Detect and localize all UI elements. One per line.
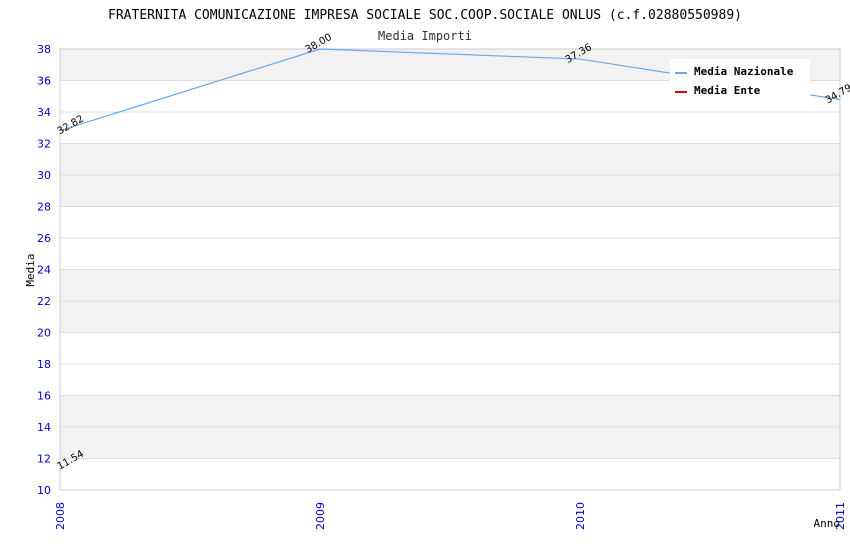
y-tick-label: 22 [37, 295, 51, 308]
grid-band [60, 175, 840, 207]
chart-title: FRATERNITA COMUNICAZIONE IMPRESA SOCIALE… [108, 8, 742, 23]
legend-label: Media Ente [694, 84, 761, 97]
y-tick-label: 34 [37, 106, 51, 119]
y-tick-label: 20 [37, 327, 51, 340]
y-tick-label: 36 [37, 75, 51, 88]
grid-band [60, 143, 840, 175]
y-tick-label: 12 [37, 453, 51, 466]
y-tick-label: 24 [37, 264, 51, 277]
y-tick-label: 28 [37, 201, 51, 214]
y-tick-label: 16 [37, 390, 51, 403]
y-tick-label: 32 [37, 138, 51, 151]
grid-band [60, 364, 840, 396]
y-tick-label: 38 [37, 43, 51, 56]
grid-band [60, 332, 840, 364]
grid-band [60, 112, 840, 144]
grid-band [60, 395, 840, 427]
x-axis-label: Anno [814, 517, 841, 530]
y-tick-label: 14 [37, 421, 51, 434]
y-tick-label: 30 [37, 169, 51, 182]
x-tick-label: 2009 [314, 502, 327, 530]
chart-subtitle: Media Importi [378, 29, 472, 43]
y-tick-label: 26 [37, 232, 51, 245]
legend: Media Nazionale Media Ente [670, 59, 810, 101]
y-tick-label: 18 [37, 358, 51, 371]
grid-band [60, 427, 840, 459]
legend-label: Media Nazionale [694, 65, 794, 78]
x-tick-label: 2010 [574, 502, 587, 530]
y-axis-ticks: 10 12 14 16 18 20 22 24 26 28 30 32 34 36 38 [37, 43, 51, 497]
grid-band [60, 301, 840, 333]
grid-band [60, 458, 840, 490]
y-axis-label: Media [24, 253, 37, 286]
grid-band [60, 238, 840, 270]
chart: FRATERNITA COMUNICAZIONE IMPRESA SOCIALE… [24, 8, 850, 530]
x-axis-ticks: 2008 2009 2010 2011 [54, 502, 847, 530]
grid-band [60, 206, 840, 238]
x-tick-label: 2008 [54, 502, 67, 530]
y-tick-label: 10 [37, 484, 51, 497]
grid-band [60, 269, 840, 301]
